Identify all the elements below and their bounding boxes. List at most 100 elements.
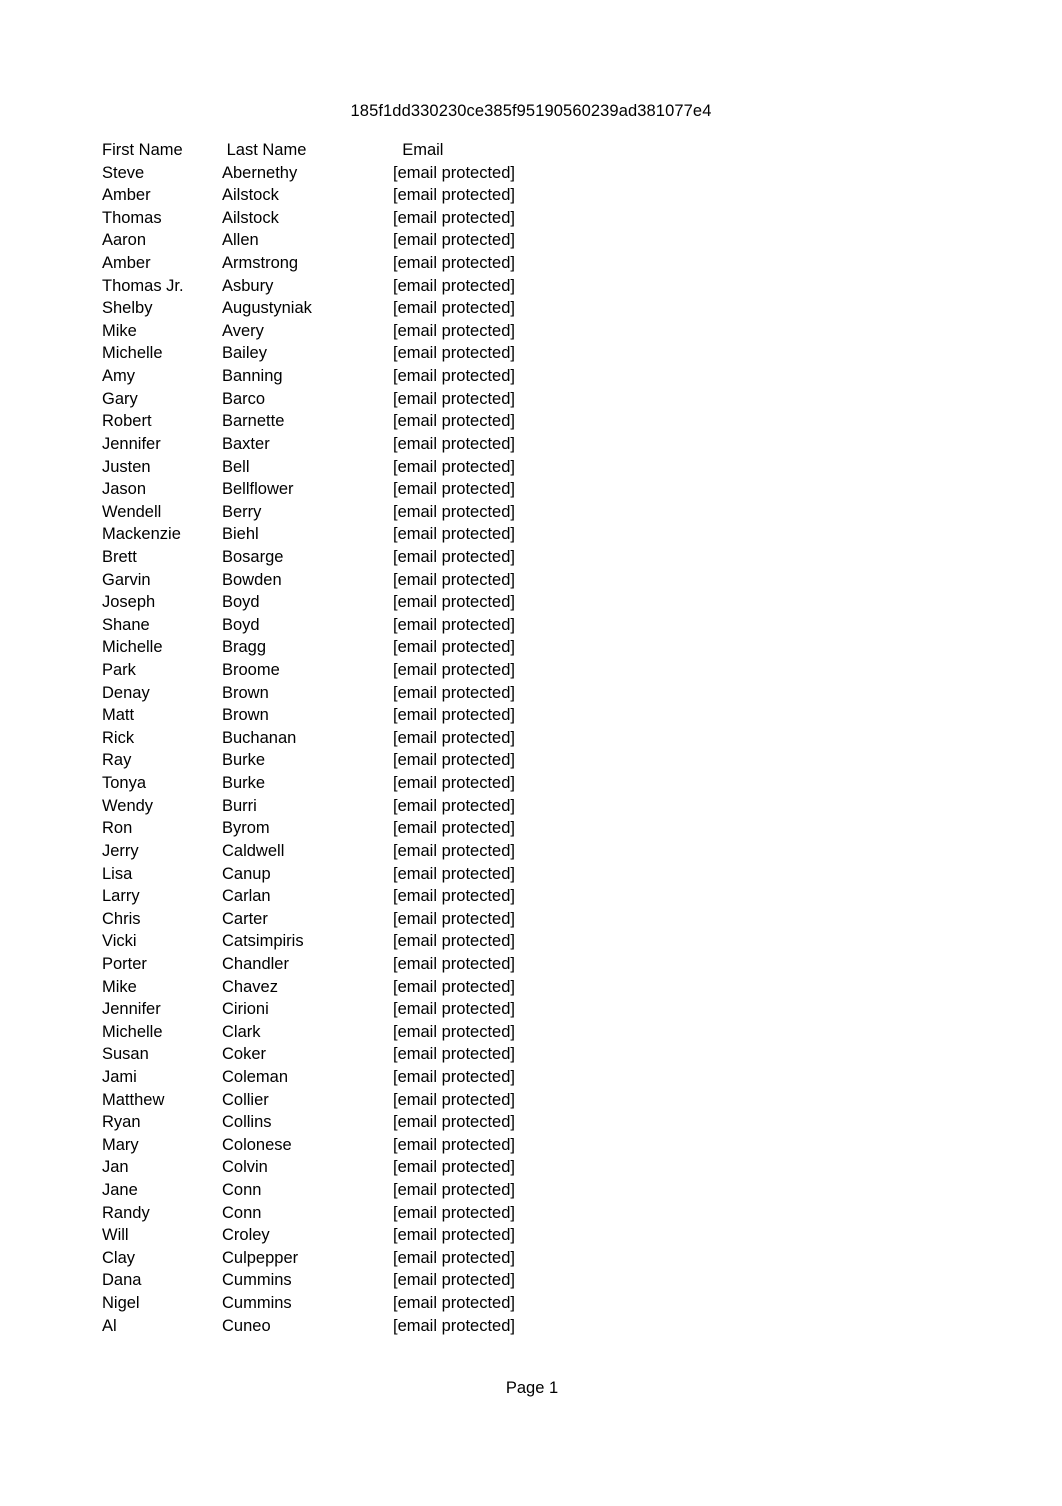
table-row: Wendell Berry [email protected] — [102, 501, 622, 524]
cell-first-name: Amy — [102, 367, 135, 386]
cell-last-name: Coker — [222, 1045, 267, 1064]
cell-first-name: Thomas Jr. — [102, 276, 184, 295]
cell-last-name: Boyd — [222, 593, 260, 612]
cell-email: [email protected] — [393, 457, 515, 476]
table-row: Gary Barco [email protected] — [102, 388, 622, 411]
cell-first-name: Mary — [102, 1135, 139, 1154]
cell-first-name: Gary — [102, 389, 138, 408]
cell-last-name: Burri — [222, 796, 257, 815]
table-row: Mike Chavez [email protected] — [102, 976, 622, 999]
cell-first-name: Matt — [102, 706, 135, 725]
cell-last-name: Colvin — [222, 1158, 268, 1177]
cell-email: [email protected] — [393, 751, 515, 770]
table-row: Garvin Bowden [email protected] — [102, 569, 622, 592]
cell-first-name: Jennifer — [102, 434, 161, 453]
cell-email: [email protected] — [393, 502, 515, 521]
table-row: Larry Carlan [email protected] — [102, 885, 622, 908]
table-row: Nigel Cummins [email protected] — [102, 1292, 622, 1315]
cell-first-name: Brett — [102, 547, 137, 566]
cell-first-name: Mike — [102, 977, 137, 996]
cell-email: [email protected] — [393, 412, 515, 431]
cell-email: [email protected] — [393, 547, 515, 566]
cell-first-name: Susan — [102, 1045, 149, 1064]
cell-email: [email protected] — [393, 1000, 515, 1019]
table-row: Amber Armstrong [email protected] — [102, 252, 622, 275]
cell-last-name: Abernethy — [222, 163, 298, 182]
cell-email: [email protected] — [393, 864, 515, 883]
cell-email: [email protected] — [393, 434, 515, 453]
cell-email: [email protected] — [393, 593, 515, 612]
cell-first-name: Tonya — [102, 774, 147, 793]
cell-last-name: Bellflower — [222, 480, 294, 499]
cell-first-name: Rick — [102, 728, 135, 747]
cell-email: [email protected] — [393, 570, 515, 589]
cell-email: [email protected] — [393, 638, 515, 657]
cell-last-name: Colonese — [222, 1135, 292, 1154]
table-row: Mike Avery [email protected] — [102, 320, 622, 343]
cell-last-name: Avery — [222, 321, 264, 340]
table-row: Michelle Bragg [email protected] — [102, 636, 622, 659]
table-row: Ron Byrom [email protected] — [102, 817, 622, 840]
cell-last-name: Clark — [222, 1022, 261, 1041]
table-row: Clay Culpepper [email protected] — [102, 1247, 622, 1270]
cell-first-name: Justen — [102, 457, 151, 476]
cell-email: [email protected] — [393, 276, 515, 295]
table-row: Susan Coker [email protected] — [102, 1043, 622, 1066]
cell-last-name: Chavez — [222, 977, 278, 996]
table-row: Tonya Burke [email protected] — [102, 772, 622, 795]
cell-last-name: Caldwell — [222, 841, 285, 860]
cell-last-name: Asbury — [222, 276, 274, 295]
table-row: Brett Bosarge [email protected] — [102, 546, 622, 569]
cell-last-name: Barnette — [222, 412, 285, 431]
cell-email: [email protected] — [393, 163, 515, 182]
cell-first-name: Amber — [102, 254, 151, 273]
cell-email: [email protected] — [393, 774, 515, 793]
cell-last-name: Armstrong — [222, 254, 299, 273]
table-row: Robert Barnette [email protected] — [102, 410, 622, 433]
cell-email: [email protected] — [393, 1045, 515, 1064]
table-row: Thomas Jr. Asbury [email protected] — [102, 275, 622, 298]
cell-first-name: Wendy — [102, 796, 154, 815]
column-header-first-name: First Name — [102, 141, 183, 159]
cell-email: [email protected] — [393, 1113, 515, 1132]
cell-email: [email protected] — [393, 683, 515, 702]
contacts-table: First Name Last Name Email Steve Aberneth… — [102, 139, 622, 1337]
cell-last-name: Bailey — [222, 344, 267, 363]
cell-email: [email protected] — [393, 887, 515, 906]
table-row: Denay Brown [email protected] — [102, 682, 622, 705]
cell-last-name: Cuneo — [222, 1316, 271, 1335]
cell-last-name: Burke — [222, 774, 266, 793]
table-row: Ryan Collins [email protected] — [102, 1111, 622, 1134]
cell-first-name: Clay — [102, 1248, 136, 1267]
cell-first-name: Chris — [102, 909, 141, 928]
table-row: Randy Conn [email protected] — [102, 1202, 622, 1225]
table-row: Steve Abernethy [email protected] — [102, 162, 622, 185]
cell-first-name: Larry — [102, 887, 140, 906]
cell-first-name: Porter — [102, 954, 147, 973]
cell-email: [email protected] — [393, 1158, 515, 1177]
cell-email: [email protected] — [393, 480, 515, 499]
cell-first-name: Lisa — [102, 864, 133, 883]
cell-first-name: Amber — [102, 186, 151, 205]
table-row: Park Broome [email protected] — [102, 659, 622, 682]
table-row: Shelby Augustyniak [email protected] — [102, 297, 622, 320]
cell-email: [email protected] — [393, 661, 515, 680]
cell-first-name: Nigel — [102, 1294, 140, 1313]
cell-first-name: Wendell — [102, 502, 162, 521]
column-header-last-name: Last Name — [226, 141, 307, 159]
cell-last-name: Broome — [222, 661, 280, 680]
cell-email: [email protected] — [393, 1271, 515, 1290]
cell-email: [email protected] — [393, 819, 515, 838]
cell-last-name: Coleman — [222, 1067, 289, 1086]
cell-first-name: Randy — [102, 1203, 150, 1222]
table-row: Joseph Boyd [email protected] — [102, 591, 622, 614]
cell-first-name: Jane — [102, 1181, 138, 1200]
table-row: Al Cuneo [email protected] — [102, 1315, 622, 1338]
cell-email: [email protected] — [393, 299, 515, 318]
cell-email: [email protected] — [393, 1248, 515, 1267]
page-title: 185f1dd330230ce385f95190560239ad381077e4 — [350, 102, 712, 120]
table-header-row: First Name Last Name Email — [102, 139, 622, 162]
table-row: Jerry Caldwell [email protected] — [102, 840, 622, 863]
table-row: Mackenzie Biehl [email protected] — [102, 523, 622, 546]
cell-email: [email protected] — [393, 615, 515, 634]
